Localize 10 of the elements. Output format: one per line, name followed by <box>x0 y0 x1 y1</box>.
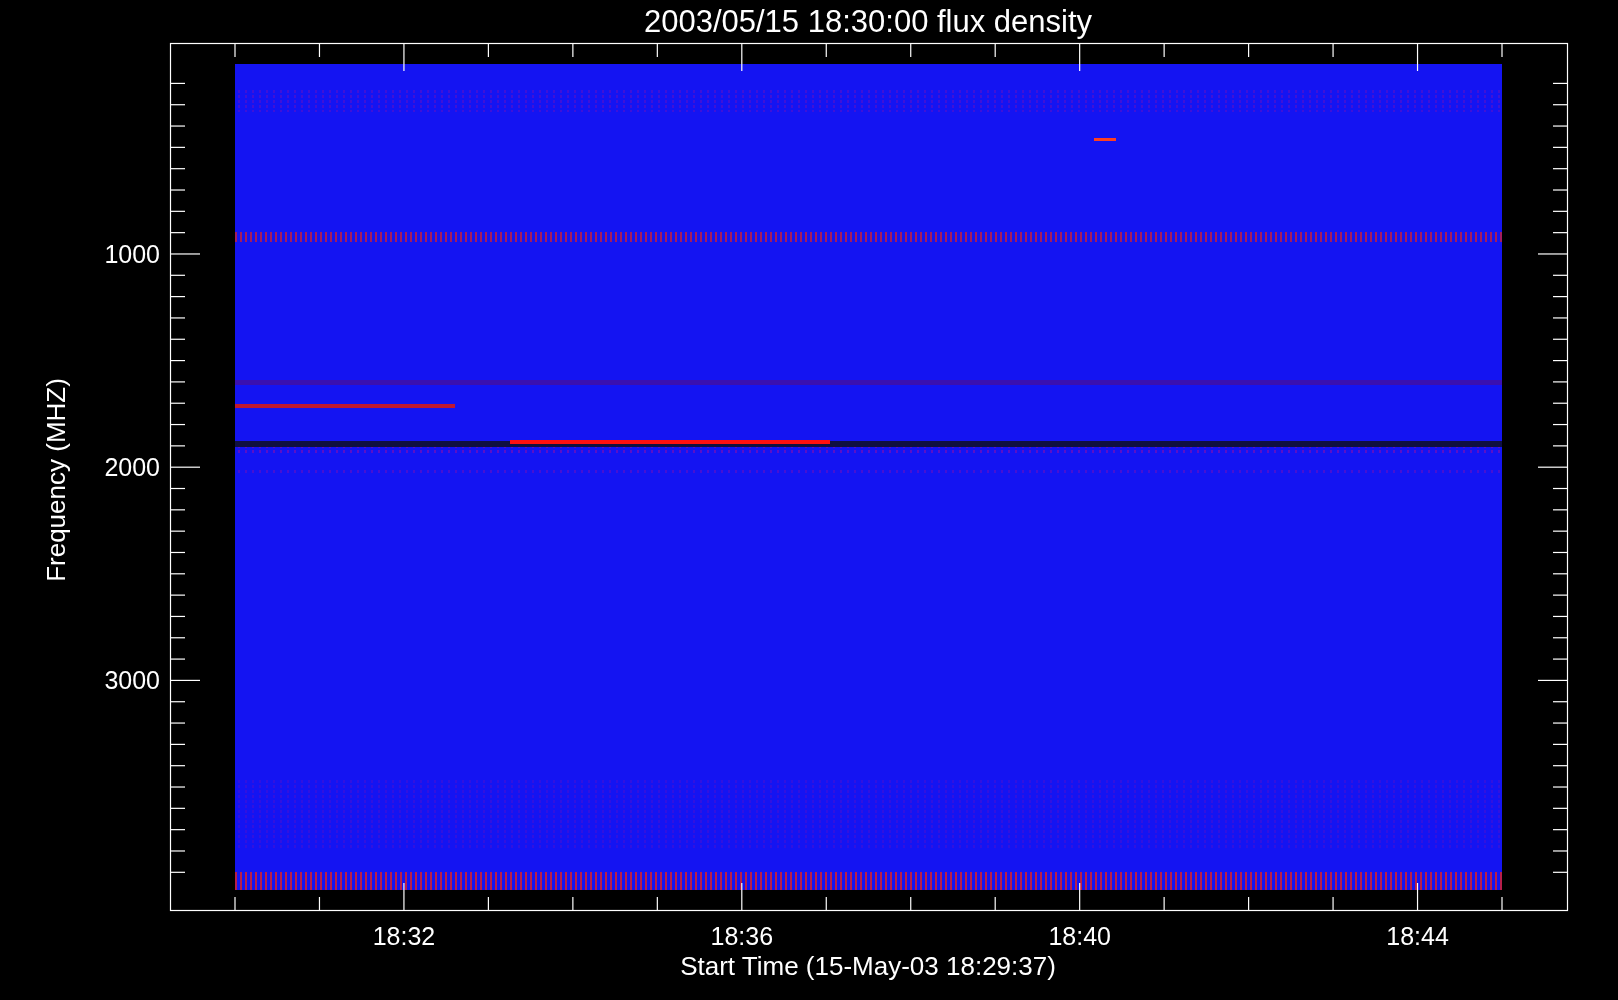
x-tick-label: 18:44 <box>1386 922 1449 950</box>
y-tick-label: 1000 <box>104 240 160 268</box>
x-tick-label: 18:32 <box>372 922 436 950</box>
y-tick-label: 2000 <box>104 453 160 482</box>
x-tick-label: 18:40 <box>1048 922 1111 950</box>
y-tick-label: 3000 <box>104 666 160 695</box>
x-axis-title: Start Time (15-May-03 18:29:37) <box>680 951 1056 981</box>
x-tick-label: 18:36 <box>710 922 774 950</box>
chart-title: 2003/05/15 18:30:00 flux density <box>643 4 1093 39</box>
y-axis-title: Frequency (MHZ) <box>41 378 71 582</box>
